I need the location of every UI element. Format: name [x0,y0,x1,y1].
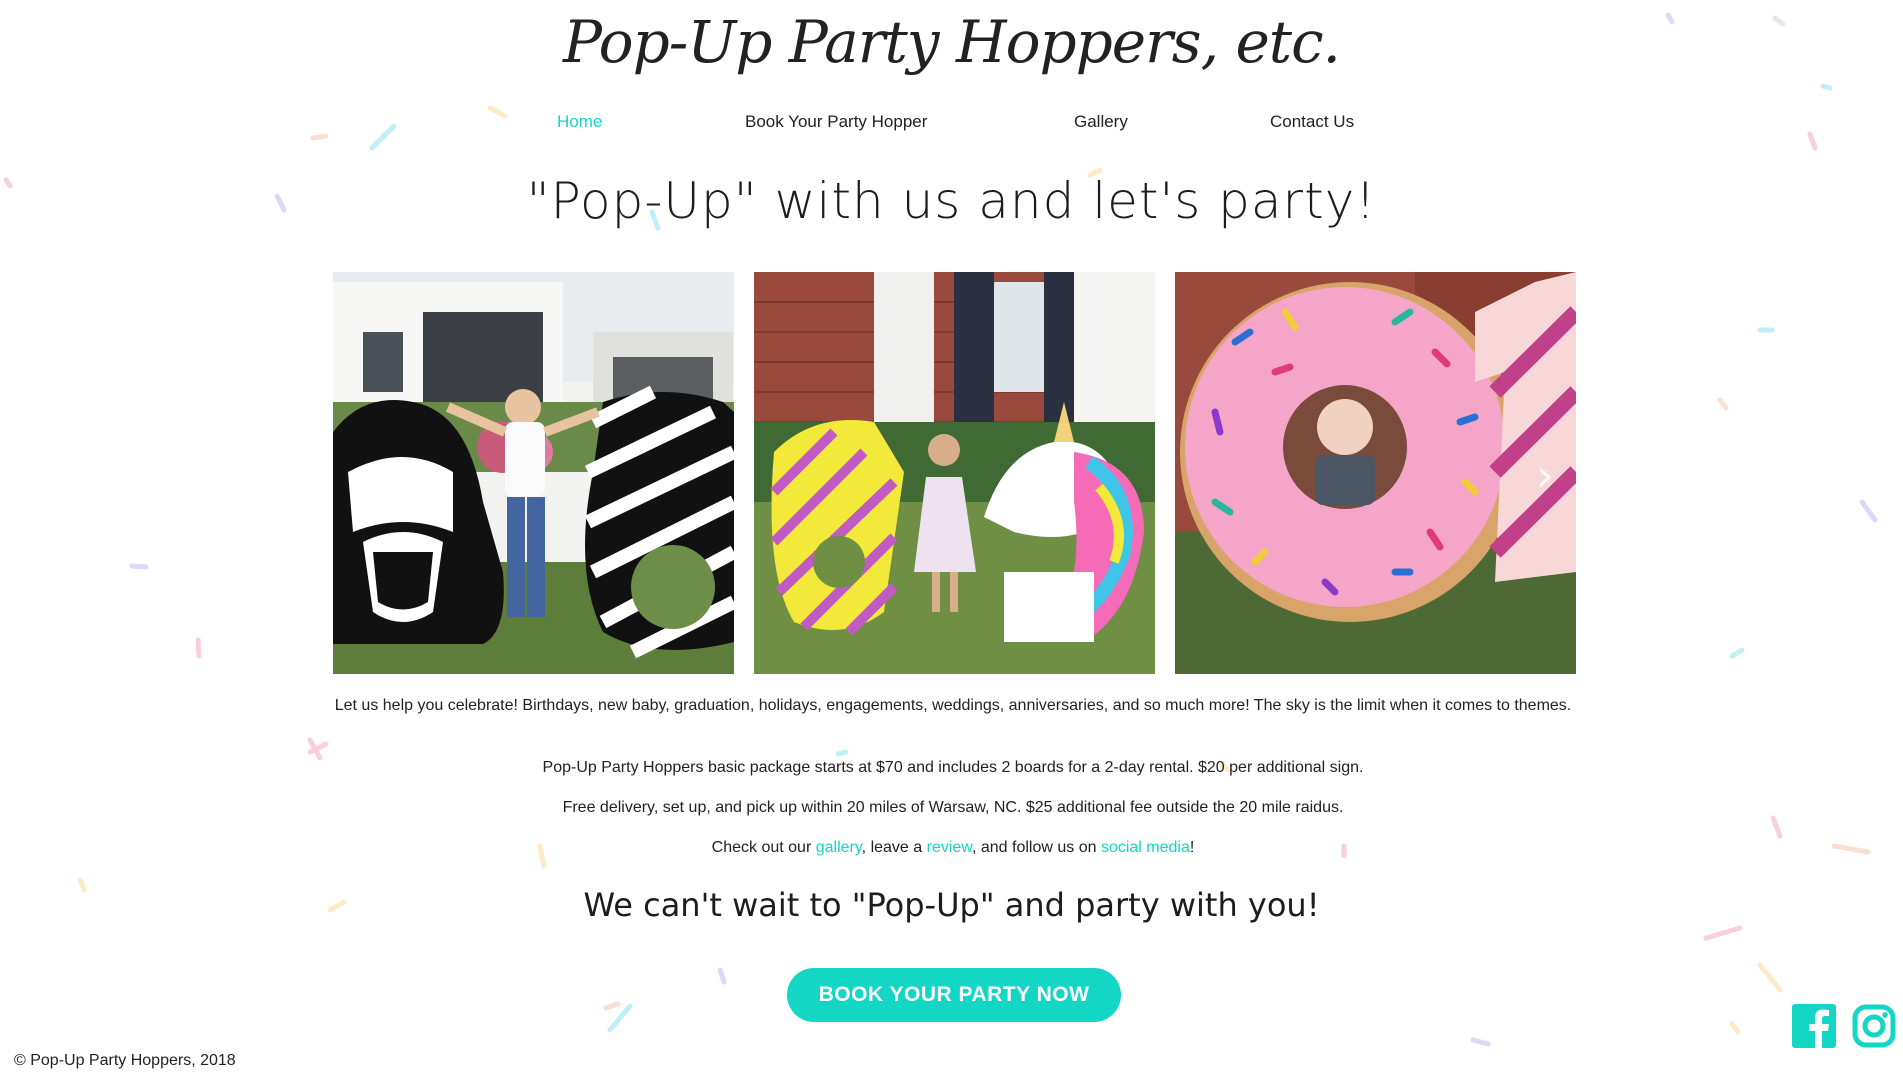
gallery-photo-1[interactable]: ‹ [333,272,734,674]
hero-headline: "Pop-Up" with us and let's party! [526,172,1377,230]
intro-paragraph: Let us help you celebrate! Birthdays, ne… [334,697,1572,714]
gallery-photo-2[interactable] [754,272,1155,674]
links-text-3: , and follow us on [971,839,1101,856]
book-party-now-button[interactable]: BOOK YOUR PARTY NOW [787,968,1121,1022]
links-text-4: ! [1189,839,1195,856]
gallery-link[interactable]: gallery [816,839,862,856]
review-link[interactable]: review [927,839,972,856]
site-logo[interactable]: Pop-Up Party Hoppers, etc. [0,8,1903,76]
links-paragraph: Check out our gallery, leave a review, a… [333,836,1573,860]
social-media-link[interactable]: social media [1101,839,1190,856]
main-nav: Home Book Your Party Hopper Gallery Cont… [0,112,1903,136]
chevron-left-icon[interactable]: ‹ [337,450,373,500]
gallery-photo-3[interactable]: › [1175,272,1576,674]
closing-headline: We can't wait to "Pop-Up" and party with… [583,886,1320,924]
photo-gallery: ‹ › [333,272,1576,674]
instagram-icon[interactable] [1852,1004,1896,1048]
nav-item-book-party-hopper[interactable]: Book Your Party Hopper [745,112,927,132]
delivery-paragraph: Free delivery, set up, and pick up withi… [562,799,1344,816]
nav-item-contact-us[interactable]: Contact Us [1270,112,1354,132]
nav-item-home[interactable]: Home [557,112,602,132]
facebook-icon[interactable] [1792,1004,1836,1048]
chevron-right-icon[interactable]: › [1527,450,1563,500]
footer-copyright: © Pop-Up Party Hoppers, 2018 [14,1052,236,1069]
links-text-2: , leave a [861,839,927,856]
nav-item-gallery[interactable]: Gallery [1074,112,1128,132]
pricing-paragraph: Pop-Up Party Hoppers basic package start… [542,759,1364,776]
links-text-1: Check out our [711,839,816,856]
